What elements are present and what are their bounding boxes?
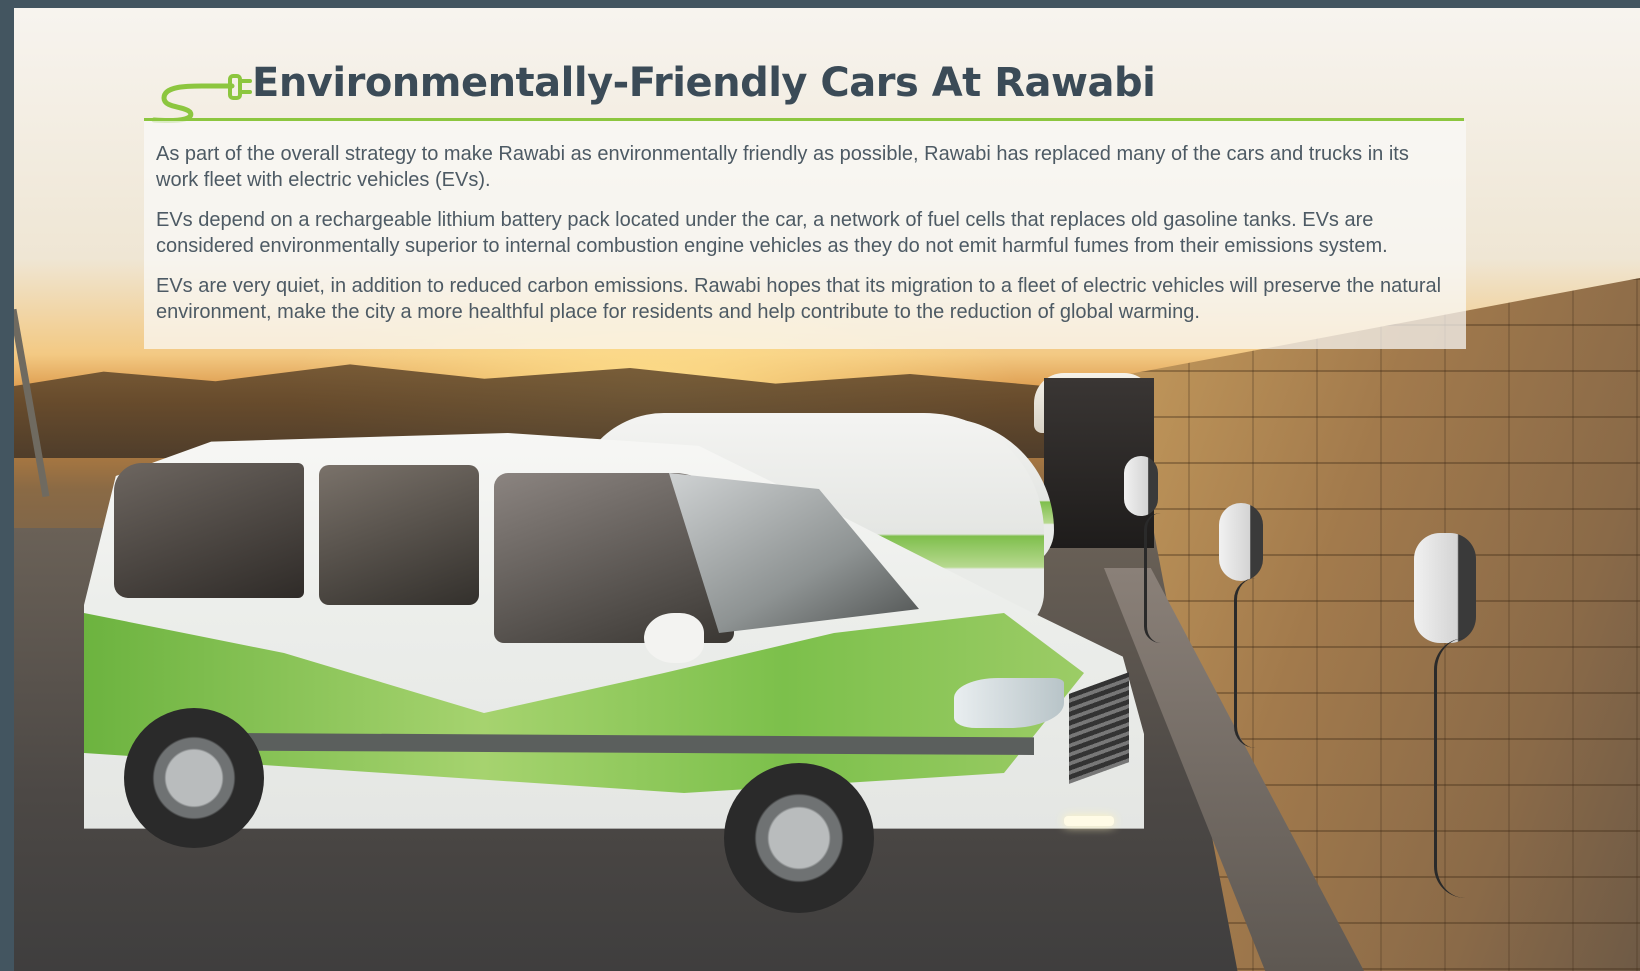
heading-row: Environmentally-Friendly Cars At Rawabi	[144, 56, 1464, 123]
van-side-window	[319, 465, 479, 605]
van-daytime-light	[1064, 816, 1114, 826]
page-title: Environmentally-Friendly Cars At Rawabi	[252, 60, 1156, 106]
paragraph: EVs depend on a rechargeable lithium bat…	[156, 209, 1388, 257]
van-rear-window	[114, 463, 304, 598]
van-mirror	[644, 613, 704, 663]
charging-cable	[1434, 638, 1497, 898]
van-front-wheel	[724, 763, 874, 913]
van-rear-wheel	[124, 708, 264, 848]
wall-charger-icon	[1219, 503, 1263, 581]
electric-van	[84, 433, 1144, 913]
wall-charger-icon	[1414, 533, 1476, 643]
van-headlight	[954, 678, 1064, 728]
text-panel: As part of the overall strategy to make …	[144, 121, 1466, 349]
paragraph: As part of the overall strategy to make …	[156, 143, 1409, 191]
electric-plug-icon	[151, 74, 252, 123]
charging-cable	[1144, 513, 1177, 643]
paragraph: EVs are very quiet, in addition to reduc…	[156, 275, 1442, 323]
document-page: Environmentally-Friendly Cars At Rawabi …	[14, 8, 1640, 971]
charging-cable	[1234, 578, 1277, 748]
